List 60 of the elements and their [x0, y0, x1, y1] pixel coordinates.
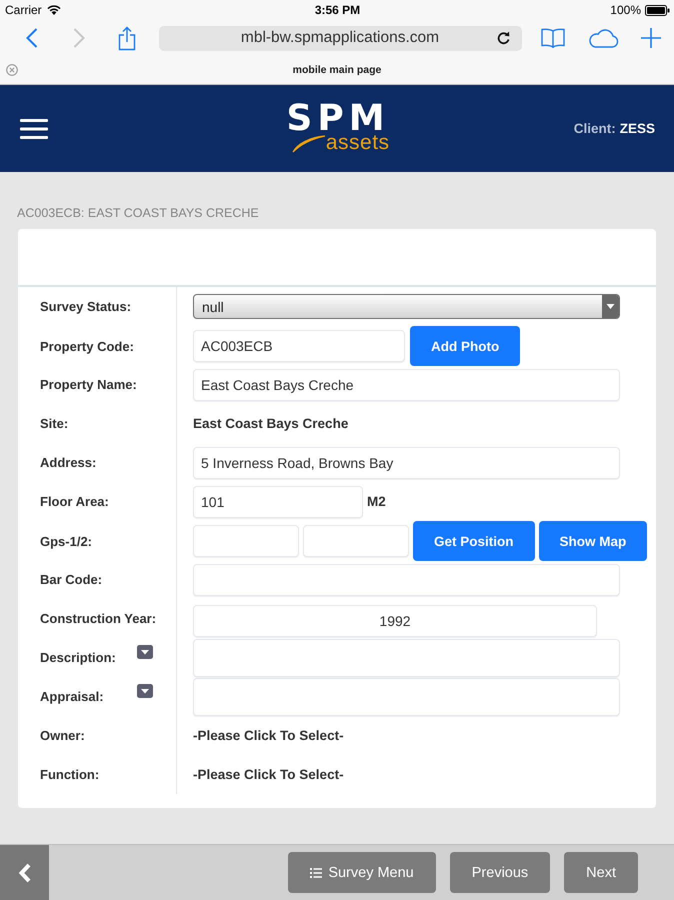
input-field[interactable]: 1992	[193, 604, 597, 636]
reload-icon[interactable]	[497, 31, 510, 45]
status-select[interactable]: null	[193, 294, 620, 319]
plus-icon[interactable]	[641, 28, 661, 48]
battery-icon	[645, 4, 670, 16]
field-value: East Coast Bays Creche	[193, 416, 348, 431]
battery-percent: 100%	[610, 3, 641, 17]
action-button[interactable]: Get Position	[413, 521, 535, 561]
input-field[interactable]: AC003ECB	[193, 330, 405, 362]
swoosh-icon	[292, 134, 326, 152]
chevron-left-icon	[18, 862, 32, 882]
field-label: Construction Year:	[40, 611, 156, 626]
input-field[interactable]: East Coast Bays Creche	[193, 368, 620, 400]
input-field[interactable]	[303, 525, 409, 557]
dropdown-icon[interactable]	[137, 684, 153, 698]
logo-tagline: assets	[326, 132, 390, 152]
field-label: Gps-1/2:	[40, 534, 92, 548]
back-icon[interactable]	[26, 28, 38, 48]
nav-button[interactable]: Previous	[450, 852, 550, 893]
input-field[interactable]: 5 Inverness Road, Browns Bay	[193, 446, 620, 478]
textarea-field[interactable]	[193, 638, 620, 676]
nav-button[interactable]: Next	[564, 852, 638, 893]
cloud-icon[interactable]	[588, 28, 619, 48]
list-icon	[310, 868, 322, 878]
tab-title[interactable]: mobile main page	[292, 64, 382, 76]
action-button[interactable]: Show Map	[538, 521, 648, 561]
close-icon[interactable]	[6, 64, 18, 76]
field-label: Appraisal:	[40, 689, 104, 704]
address-bar[interactable]: mbl-bw.spmapplications.com	[159, 26, 522, 50]
back-button[interactable]	[0, 845, 49, 900]
client-name: ZESS	[620, 121, 655, 136]
field-label: Address:	[40, 455, 96, 470]
input-field[interactable]	[193, 525, 299, 557]
field-label: Survey Status:	[40, 299, 132, 314]
logo-wordmark: SPM	[286, 104, 390, 132]
menu-button[interactable]: Survey Menu	[288, 852, 436, 893]
wifi-icon	[46, 5, 61, 15]
field-label: Site:	[40, 416, 68, 431]
field-label: Description:	[40, 650, 116, 665]
field-label: Floor Area:	[40, 494, 109, 509]
select-link[interactable]: -Please Click To Select-	[193, 728, 344, 743]
client-label: Client:	[574, 121, 616, 136]
menu-icon[interactable]	[20, 118, 48, 138]
field-label: Owner:	[40, 728, 85, 743]
field-label: Function:	[40, 767, 100, 782]
dropdown-icon[interactable]	[137, 645, 153, 659]
unit-label: M2	[367, 494, 386, 509]
action-button[interactable]: Add Photo	[410, 326, 520, 366]
textarea-field[interactable]	[193, 678, 620, 716]
field-label: Property Name:	[40, 377, 137, 392]
share-icon[interactable]	[118, 26, 136, 50]
page-title: AC003ECB: EAST COAST BAYS CRECHE	[17, 205, 260, 221]
field-label: Bar Code:	[40, 572, 102, 587]
clock: 3:56 PM	[314, 3, 360, 17]
input-field[interactable]: 101	[193, 486, 363, 518]
select-link[interactable]: -Please Click To Select-	[193, 767, 344, 782]
book-icon[interactable]	[541, 28, 565, 48]
carrier-name: Carrier	[5, 3, 42, 17]
field-label: Property Code:	[40, 338, 134, 354]
input-field[interactable]	[193, 564, 620, 596]
